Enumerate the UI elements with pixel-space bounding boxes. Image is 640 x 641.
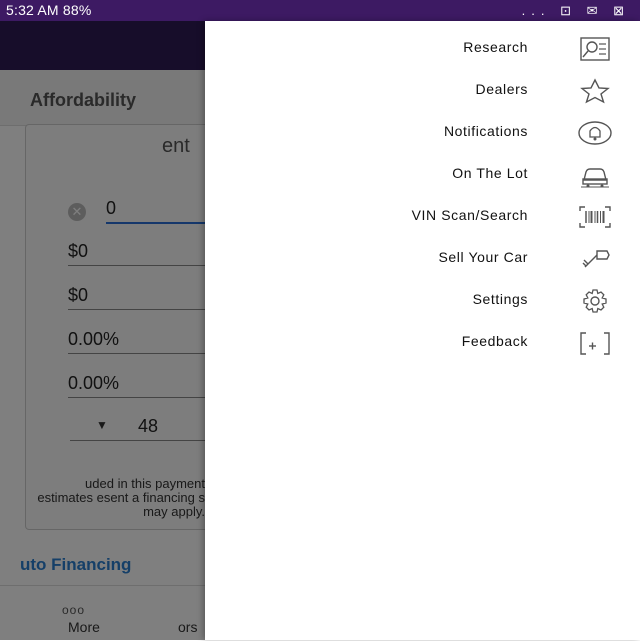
menu-item-vin-scan[interactable]: VIN Scan/Search <box>205 196 640 238</box>
key-icon <box>575 245 615 273</box>
menu-item-label: On The Lot <box>452 165 528 181</box>
research-icon <box>575 35 615 63</box>
menu-item-label: Settings <box>472 291 528 307</box>
menu-item-label: Research <box>463 39 528 55</box>
menu-item-label: VIN Scan/Search <box>411 207 528 223</box>
menu-item-label: Sell Your Car <box>438 249 528 265</box>
barcode-icon <box>575 203 615 231</box>
star-icon <box>575 77 615 105</box>
status-bar: 5:32 AM 88% ... ⊡ ✉ ⊠ <box>0 0 640 21</box>
car-lot-icon <box>575 161 615 189</box>
menu-item-label: Notifications <box>443 123 528 139</box>
menu-item-research[interactable]: Research <box>205 28 640 70</box>
status-time: 5:32 AM 88% <box>6 2 92 18</box>
menu-item-notifications[interactable]: Notifications <box>205 112 640 154</box>
feedback-icon <box>575 329 615 357</box>
status-icons: ... ⊡ ✉ ⊠ <box>521 3 630 18</box>
menu-item-sell-your-car[interactable]: Sell Your Car <box>205 238 640 280</box>
nav-drawer: Research Dealers Notifications On The Lo… <box>205 21 640 640</box>
menu-item-label: Feedback <box>461 333 528 349</box>
menu-item-settings[interactable]: Settings <box>205 280 640 322</box>
menu-item-on-the-lot[interactable]: On The Lot <box>205 154 640 196</box>
bell-icon <box>575 119 615 147</box>
gear-icon <box>575 287 615 315</box>
menu-item-label: Dealers <box>475 81 528 97</box>
menu-item-dealers[interactable]: Dealers <box>205 70 640 112</box>
menu-item-feedback[interactable]: Feedback <box>205 322 640 364</box>
